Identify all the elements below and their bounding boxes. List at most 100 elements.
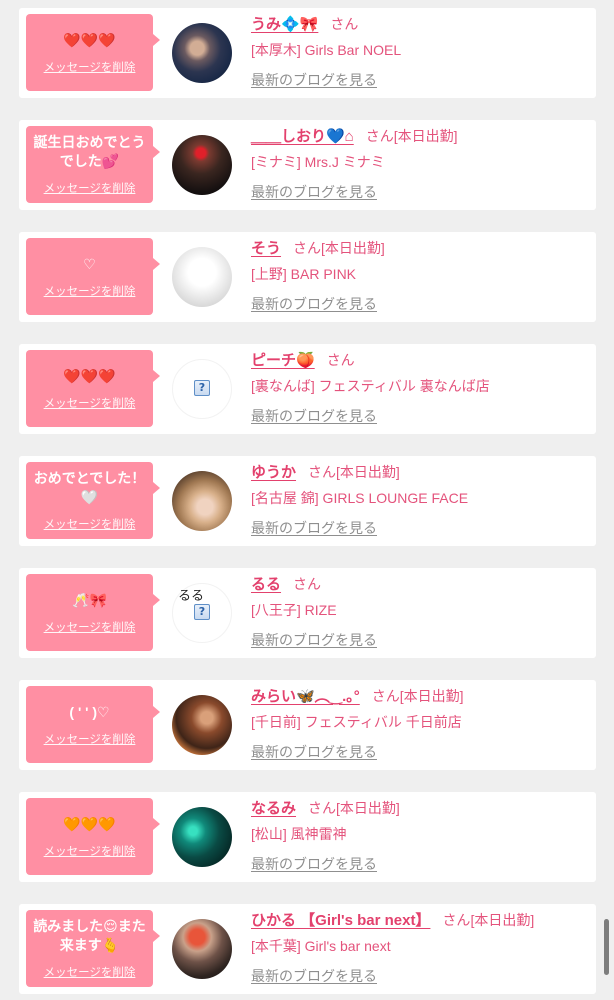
delete-message-link[interactable]: メッセージを削除	[44, 621, 136, 635]
message-bubble: 🥂🎀 メッセージを削除	[26, 574, 160, 651]
attendance-status: [本日出勤]	[336, 464, 400, 480]
cast-info: なるみ さん[本日出勤] [松山] 風神雷神 最新のブログを見る	[251, 798, 591, 874]
cast-name-link[interactable]: みらい🦋︵‿.｡°	[251, 688, 360, 705]
latest-blog-link[interactable]: 最新のブログを見る	[251, 518, 377, 538]
cast-info: るる さん [八王子] RIZE 最新のブログを見る	[251, 574, 591, 650]
message-text: おめでとでした！🤍	[33, 470, 146, 505]
cast-info: ＿＿しおり💙⌂ さん[本日出勤] [ミナミ] Mrs.J ミナミ 最新のブログを見…	[251, 126, 591, 202]
name-line: ピーチ🍑 さん	[251, 350, 591, 370]
name-line: みらい🦋︵‿.｡° さん[本日出勤]	[251, 686, 591, 706]
cast-name-link[interactable]: なるみ	[251, 800, 296, 817]
message-card: 誕生日おめでとうでした💕 メッセージを削除 ＿＿しおり💙⌂ さん[本日出勤] [ミ…	[19, 120, 596, 210]
message-card: 読みました😌また来ます🫰 メッセージを削除 ひかる 【Girl's bar ne…	[19, 904, 596, 994]
latest-blog-link[interactable]: 最新のブログを見る	[251, 70, 377, 90]
store-info: [本千葉] Girl's bar next	[251, 938, 391, 954]
avatar-alt-text: るる	[178, 588, 205, 603]
cast-name-link[interactable]: るる	[251, 576, 281, 593]
honorific: さん	[326, 352, 355, 368]
latest-blog-link[interactable]: 最新のブログを見る	[251, 854, 377, 874]
message-card: ( ' ' )♡ メッセージを削除 みらい🦋︵‿.｡° さん[本日出勤] [千日前…	[19, 680, 596, 770]
honorific: さん	[371, 688, 400, 704]
delete-message-link[interactable]: メッセージを削除	[44, 518, 136, 532]
broken-image-icon	[194, 380, 210, 396]
message-bubble: ♡ メッセージを削除	[26, 238, 160, 315]
message-card: ♡ メッセージを削除 そう さん[本日出勤] [上野] BAR PINK 最新のブ…	[19, 232, 596, 322]
message-card: ❤️❤️❤️ メッセージを削除 うみ💠🎀 さん [本厚木] Girls Bar N…	[19, 8, 596, 98]
message-list: ❤️❤️❤️ メッセージを削除 うみ💠🎀 さん [本厚木] Girls Bar N…	[0, 0, 614, 1000]
latest-blog-link[interactable]: 最新のブログを見る	[251, 406, 377, 426]
message-bubble: 誕生日おめでとうでした💕 メッセージを削除	[26, 126, 160, 203]
message-bubble: おめでとでした！🤍 メッセージを削除	[26, 462, 160, 539]
store-info: [裏なんば] フェスティバル 裏なんば店	[251, 378, 490, 394]
latest-blog-link[interactable]: 最新のブログを見る	[251, 742, 377, 762]
avatar[interactable]	[172, 23, 232, 83]
cast-name-link[interactable]: ひかる 【Girl's bar next】	[251, 912, 430, 929]
message-card: 🧡🧡🧡 メッセージを削除 なるみ さん[本日出勤] [松山] 風神雷神 最新のブロ…	[19, 792, 596, 882]
cast-name-link[interactable]: そう	[251, 240, 281, 257]
store-info: [千日前] フェスティバル 千日前店	[251, 714, 462, 730]
honorific: さん	[330, 16, 359, 32]
store-info: [本厚木] Girls Bar NOEL	[251, 42, 402, 58]
message-text: 読みました😌また来ます🫰	[33, 918, 146, 953]
cast-info: うみ💠🎀 さん [本厚木] Girls Bar NOEL 最新のブログを見る	[251, 14, 591, 90]
cast-name-link[interactable]: ピーチ🍑	[251, 352, 315, 369]
avatar[interactable]	[172, 919, 232, 979]
name-line: るる さん	[251, 574, 591, 594]
avatar[interactable]	[172, 695, 232, 755]
avatar-broken-image[interactable]: るる	[172, 583, 232, 643]
delete-message-link[interactable]: メッセージを削除	[44, 966, 136, 980]
message-bubble: ( ' ' )♡ メッセージを削除	[26, 686, 160, 763]
honorific: さん	[308, 800, 337, 816]
avatar[interactable]	[172, 247, 232, 307]
honorific: さん	[365, 128, 394, 144]
message-text: 🥂🎀	[72, 591, 107, 608]
honorific: さん	[293, 240, 322, 256]
latest-blog-link[interactable]: 最新のブログを見る	[251, 630, 377, 650]
message-text: ( ' ' )♡	[69, 703, 110, 720]
honorific: さん	[308, 464, 337, 480]
latest-blog-link[interactable]: 最新のブログを見る	[251, 294, 377, 314]
delete-message-link[interactable]: メッセージを削除	[44, 733, 136, 747]
cast-info: ひかる 【Girl's bar next】 さん[本日出勤] [本千葉] Girl…	[251, 910, 591, 986]
attendance-status: [本日出勤]	[321, 240, 385, 256]
cast-info: ピーチ🍑 さん [裏なんば] フェスティバル 裏なんば店 最新のブログを見る	[251, 350, 591, 426]
avatar[interactable]	[172, 807, 232, 867]
attendance-status: [本日出勤]	[470, 912, 535, 928]
delete-message-link[interactable]: メッセージを削除	[44, 397, 136, 411]
store-info: [上野] BAR PINK	[251, 266, 357, 282]
avatar[interactable]	[172, 471, 232, 531]
store-info: [八王子] RIZE	[251, 602, 337, 618]
name-line: なるみ さん[本日出勤]	[251, 798, 591, 818]
cast-name-link[interactable]: うみ💠🎀	[251, 16, 318, 33]
attendance-status: [本日出勤]	[393, 128, 458, 144]
delete-message-link[interactable]: メッセージを削除	[44, 845, 136, 859]
message-bubble: ❤️❤️❤️ メッセージを削除	[26, 350, 160, 427]
attendance-status: [本日出勤]	[399, 688, 464, 704]
store-info: [松山] 風神雷神	[251, 826, 347, 842]
attendance-status: [本日出勤]	[336, 800, 400, 816]
name-line: ひかる 【Girl's bar next】 さん[本日出勤]	[251, 910, 591, 930]
scrollbar-thumb[interactable]	[604, 919, 609, 975]
message-bubble: 読みました😌また来ます🫰 メッセージを削除	[26, 910, 160, 987]
broken-image-icon	[194, 604, 210, 620]
cast-info: みらい🦋︵‿.｡° さん[本日出勤] [千日前] フェスティバル 千日前店 最新の…	[251, 686, 591, 762]
cast-name-link[interactable]: ＿＿しおり💙⌂	[251, 128, 354, 145]
message-text: ❤️❤️❤️	[63, 31, 116, 48]
cast-name-link[interactable]: ゆうか	[251, 464, 296, 481]
cast-info: そう さん[本日出勤] [上野] BAR PINK 最新のブログを見る	[251, 238, 591, 314]
delete-message-link[interactable]: メッセージを削除	[44, 61, 136, 75]
avatar[interactable]	[172, 135, 232, 195]
delete-message-link[interactable]: メッセージを削除	[44, 182, 136, 196]
latest-blog-link[interactable]: 最新のブログを見る	[251, 966, 377, 986]
message-bubble: 🧡🧡🧡 メッセージを削除	[26, 798, 160, 875]
latest-blog-link[interactable]: 最新のブログを見る	[251, 182, 377, 202]
avatar-broken-image[interactable]	[172, 359, 232, 419]
name-line: ＿＿しおり💙⌂ さん[本日出勤]	[251, 126, 591, 146]
message-text: 🧡🧡🧡	[63, 815, 116, 832]
message-text: ♡	[83, 255, 96, 272]
name-line: うみ💠🎀 さん	[251, 14, 591, 34]
name-line: そう さん[本日出勤]	[251, 238, 591, 258]
message-text: 誕生日おめでとうでした💕	[33, 134, 146, 169]
delete-message-link[interactable]: メッセージを削除	[44, 285, 136, 299]
name-line: ゆうか さん[本日出勤]	[251, 462, 591, 482]
